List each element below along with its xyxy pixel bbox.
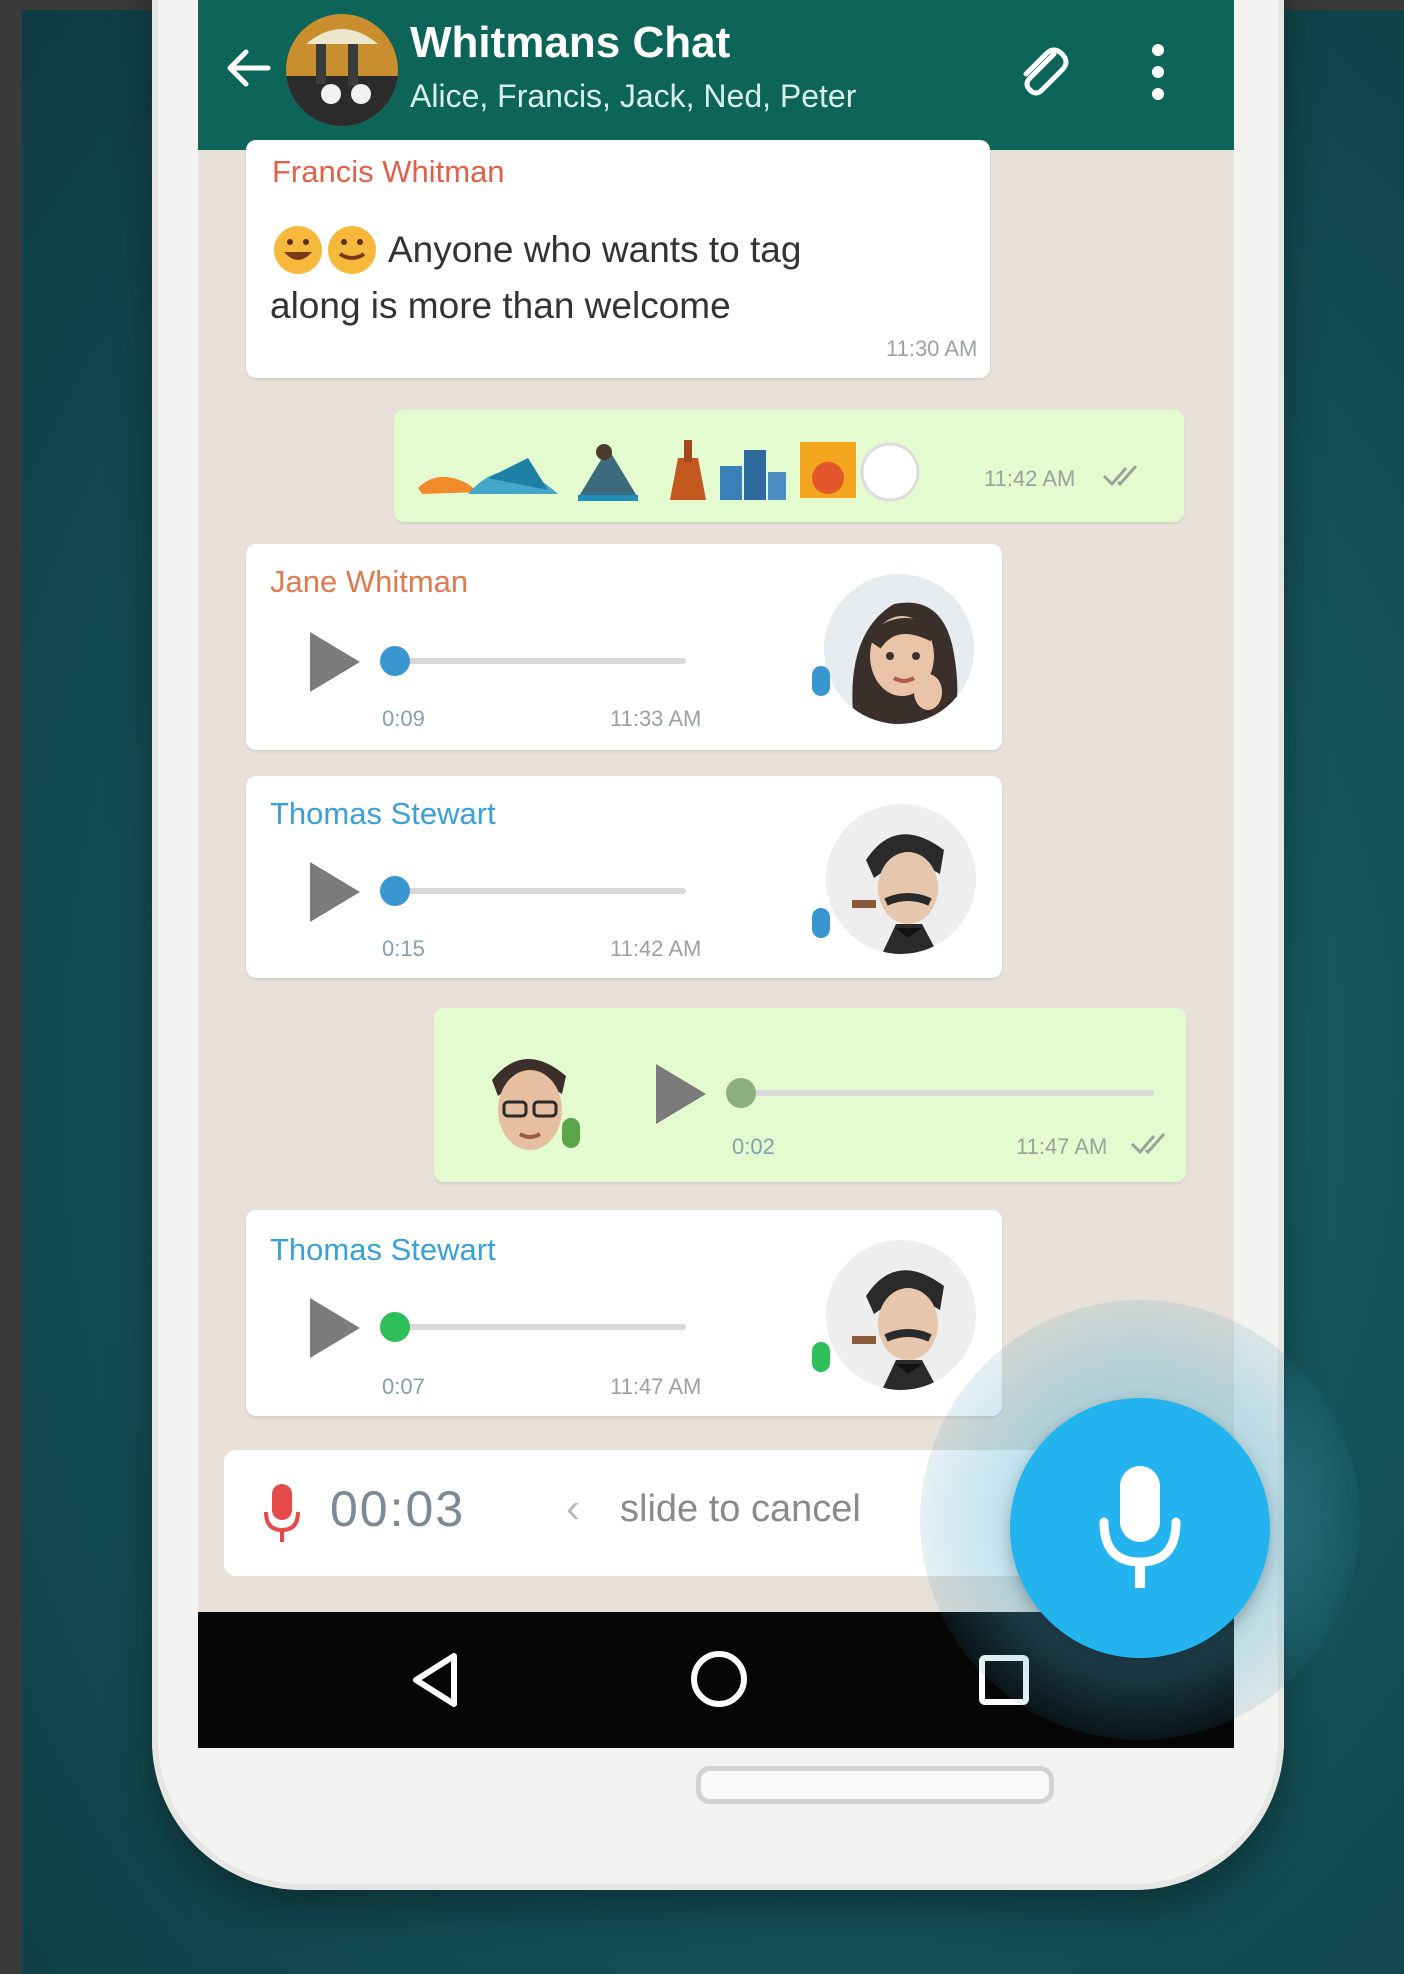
paperclip-icon[interactable] <box>1010 38 1074 102</box>
message-time: 11:30 AM <box>886 336 978 361</box>
emoji-sequence-icon <box>418 440 920 502</box>
voice-message-incoming[interactable]: Thomas Stewart 0:15 11:42 AM <box>246 776 1002 978</box>
mic-icon <box>264 1484 300 1542</box>
sender-avatar[interactable] <box>826 804 976 954</box>
message-sender: Francis Whitman <box>272 154 505 189</box>
mic-badge-icon <box>812 908 830 938</box>
grinning-emoji-icon <box>274 226 376 274</box>
more-vert-icon[interactable] <box>1148 40 1168 104</box>
chat-header: Whitmans Chat Alice, Francis, Jack, Ned,… <box>198 0 1234 150</box>
sender-avatar[interactable] <box>826 1240 976 1390</box>
slide-to-cancel-hint[interactable]: slide to cancel <box>620 1488 861 1531</box>
arrow-left-icon[interactable] <box>222 42 274 94</box>
mic-badge-icon <box>812 666 830 696</box>
message-time: 11:47 AM <box>1016 1134 1108 1159</box>
message-time: 11:42 AM <box>984 466 1076 491</box>
voice-message-outgoing[interactable]: 0:02 11:47 AM <box>434 1008 1186 1182</box>
mic-badge-icon <box>812 1342 830 1372</box>
audio-progress-knob[interactable] <box>380 1312 410 1342</box>
play-icon[interactable] <box>310 1298 360 1358</box>
double-check-icon <box>1130 1133 1166 1155</box>
sender-avatar[interactable] <box>454 1022 604 1172</box>
audio-progress-track[interactable] <box>744 1090 1154 1096</box>
audio-duration: 0:09 <box>382 706 425 731</box>
audio-progress-track[interactable] <box>396 658 686 664</box>
message-sender: Thomas Stewart <box>270 1232 496 1267</box>
message-text-line: Anyone who wants to tag <box>388 229 802 270</box>
mic-icon <box>1099 1466 1181 1588</box>
audio-duration: 0:15 <box>382 936 425 961</box>
audio-progress-knob[interactable] <box>380 876 410 906</box>
audio-duration: 0:02 <box>732 1134 775 1159</box>
phone-speaker-slot <box>696 1766 1054 1804</box>
backdrop-edge-left <box>0 0 22 1974</box>
circle-home-icon[interactable] <box>688 1648 750 1710</box>
message-time: 11:42 AM <box>610 936 702 961</box>
message-sender: Jane Whitman <box>270 564 469 599</box>
mic-badge-icon <box>562 1118 580 1148</box>
sender-avatar[interactable] <box>824 574 974 724</box>
audio-duration: 0:07 <box>382 1374 425 1399</box>
message-time: 11:47 AM <box>610 1374 702 1399</box>
voice-message-incoming[interactable]: Jane Whitman 0:09 11:33 AM <box>246 544 1002 750</box>
chevron-left-icon: ‹ <box>566 1484 580 1531</box>
message-bubble-outgoing[interactable]: 11:42 AM <box>394 410 1184 522</box>
audio-progress-track[interactable] <box>396 888 686 894</box>
double-check-icon <box>1102 465 1138 487</box>
chat-members[interactable]: Alice, Francis, Jack, Ned, Peter <box>410 78 856 115</box>
group-avatar[interactable] <box>286 14 398 126</box>
message-text-line: along is more than welcome <box>270 285 731 326</box>
audio-progress-knob[interactable] <box>726 1078 756 1108</box>
recording-timer: 00:03 <box>330 1481 466 1537</box>
triangle-back-icon[interactable] <box>406 1650 466 1710</box>
play-icon[interactable] <box>310 632 360 692</box>
message-bubble-incoming[interactable]: Francis Whitman Anyone who wants to tag … <box>246 140 990 378</box>
voice-message-incoming[interactable]: Thomas Stewart 0:07 11:47 AM <box>246 1210 1002 1416</box>
audio-progress-track[interactable] <box>396 1324 686 1330</box>
record-mic-button[interactable] <box>1010 1398 1270 1658</box>
audio-progress-knob[interactable] <box>380 646 410 676</box>
message-time: 11:33 AM <box>610 706 702 731</box>
play-icon[interactable] <box>656 1064 706 1124</box>
message-sender: Thomas Stewart <box>270 796 496 831</box>
play-icon[interactable] <box>310 862 360 922</box>
chat-title[interactable]: Whitmans Chat <box>410 18 730 68</box>
